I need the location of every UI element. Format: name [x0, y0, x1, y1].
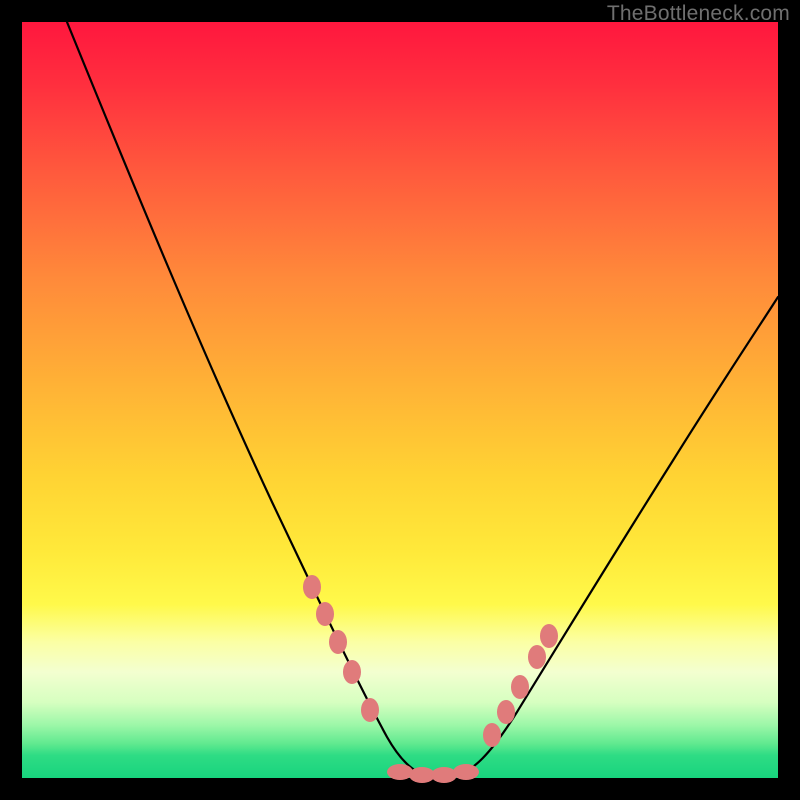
curve-layer: [22, 22, 778, 778]
chart-frame: TheBottleneck.com: [0, 0, 800, 800]
marker-left-5: [361, 698, 379, 722]
marker-right-1: [483, 723, 501, 747]
marker-left-3: [329, 630, 347, 654]
marker-left-2: [316, 602, 334, 626]
watermark-text: TheBottleneck.com: [607, 2, 790, 26]
marker-flat-4: [453, 764, 479, 780]
marker-right-3: [511, 675, 529, 699]
marker-flat-1: [387, 764, 413, 780]
marker-right-5: [540, 624, 558, 648]
marker-left-1: [303, 575, 321, 599]
left-curve: [67, 22, 432, 776]
marker-right-2: [497, 700, 515, 724]
marker-flat-3: [431, 767, 457, 783]
marker-left-4: [343, 660, 361, 684]
marker-right-4: [528, 645, 546, 669]
plot-area: [22, 22, 778, 778]
